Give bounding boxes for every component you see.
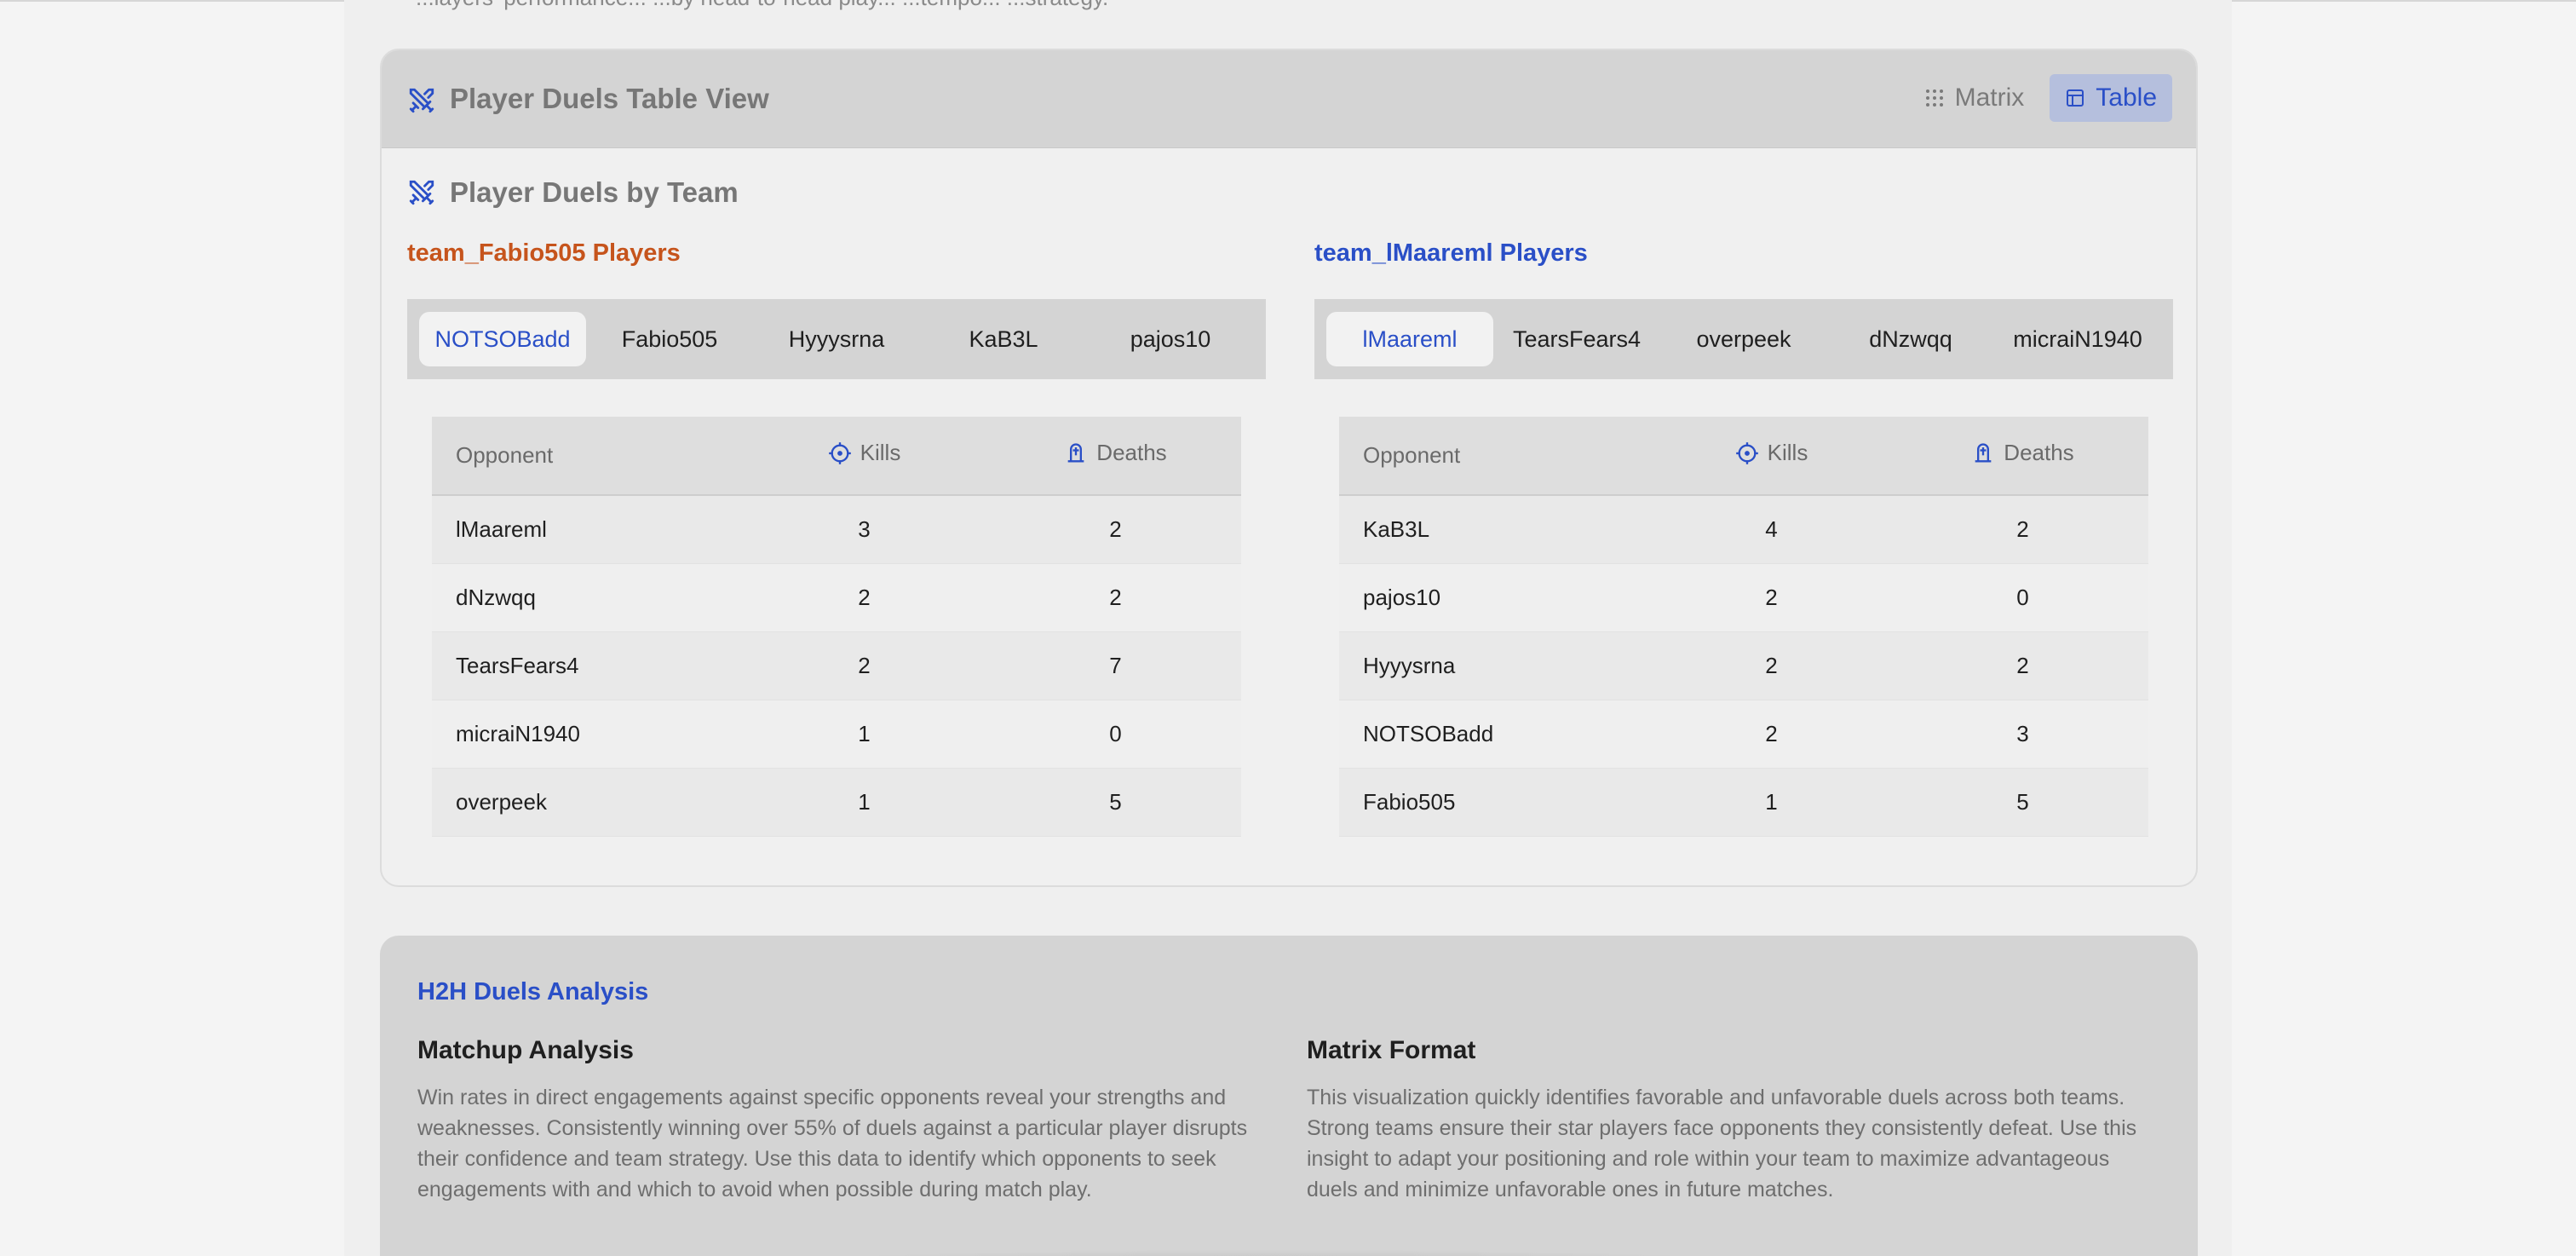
crosshair-icon	[828, 441, 851, 464]
player-tab[interactable]: Hyyysrna	[753, 312, 920, 366]
table-row: NOTSOBadd 2 3	[1339, 700, 2148, 769]
tombstone-icon	[1067, 443, 1084, 463]
team-panel-fabio505: team_Fabio505 Players NOTSOBadd Fabio505…	[407, 239, 1266, 837]
kills-cell: 4	[1646, 495, 1897, 564]
team-panel-lmaareml: team_lMaareml Players lMaareml TearsFear…	[1314, 239, 2173, 837]
deaths-header: Deaths	[990, 417, 1241, 496]
table-row: Hyyysrna 2 2	[1339, 631, 2148, 700]
deaths-header: Deaths	[1897, 417, 2148, 496]
deaths-cell: 5	[1897, 768, 2148, 837]
table-header-row: Opponent Kills Deaths	[432, 417, 1241, 496]
matrix-format-section: Matrix Format This visualization quickly…	[1307, 1036, 2159, 1205]
table-row: overpeek 1 5	[432, 768, 1241, 837]
duel-table: Opponent Kills Deaths	[432, 417, 1241, 837]
opponent-cell: overpeek	[432, 768, 739, 837]
team-label: team_Fabio505 Players	[407, 239, 681, 267]
kills-header-label: Kills	[1767, 440, 1808, 466]
table-icon	[2067, 89, 2084, 107]
kills-header-label: Kills	[860, 440, 901, 466]
kills-header: Kills	[1646, 417, 1897, 496]
player-tab[interactable]: TearsFears4	[1493, 312, 1660, 366]
kills-cell: 2	[739, 631, 990, 700]
section-heading: Player Duels by Team	[407, 176, 739, 209]
table-header-row: Opponent Kills Deaths	[1339, 417, 2148, 496]
opponent-cell: Hyyysrna	[1339, 631, 1646, 700]
view-toggle: Matrix Table	[1909, 74, 2172, 122]
matrix-view-label: Matrix	[1954, 84, 2025, 112]
table-view-label: Table	[2096, 84, 2157, 112]
table-row: dNzwqq 2 2	[432, 563, 1241, 632]
matchup-analysis-section: Matchup Analysis Win rates in direct eng…	[417, 1036, 1269, 1205]
opponent-cell: micraiN1940	[432, 700, 739, 769]
deaths-cell: 7	[990, 631, 1241, 700]
player-tab[interactable]: Fabio505	[586, 312, 753, 366]
opponent-header: Opponent	[1339, 417, 1646, 496]
grid-dots-icon	[1925, 89, 1943, 107]
analysis-title: H2H Duels Analysis	[417, 978, 649, 1005]
player-tab[interactable]: NOTSOBadd	[419, 312, 586, 366]
content-column: ...layers' performance... ...by head-to-…	[344, 0, 2232, 1256]
table-row: lMaareml 3 2	[432, 495, 1241, 564]
opponent-cell: TearsFears4	[432, 631, 739, 700]
opponent-cell: pajos10	[1339, 563, 1646, 632]
player-tab[interactable]: KaB3L	[920, 312, 1087, 366]
deaths-cell: 3	[1897, 700, 2148, 769]
kills-cell: 1	[739, 768, 990, 837]
card-header: Player Duels Table View Matrix Table	[382, 50, 2196, 148]
table-row: micraiN1940 1 0	[432, 700, 1241, 769]
player-tabs: NOTSOBadd Fabio505 Hyyysrna KaB3L pajos1…	[407, 299, 1266, 379]
kills-cell: 2	[1646, 700, 1897, 769]
player-tab[interactable]: dNzwqq	[1827, 312, 1994, 366]
matchup-analysis-text: Win rates in direct engagements against …	[417, 1086, 1248, 1201]
deaths-cell: 2	[1897, 495, 2148, 564]
cutoff-description: ...layers' performance... ...by head-to-…	[416, 0, 1108, 11]
table-row: pajos10 2 0	[1339, 563, 2148, 632]
duel-table: Opponent Kills Deaths	[1339, 417, 2148, 837]
kills-cell: 1	[1646, 768, 1897, 837]
kills-cell: 2	[739, 563, 990, 632]
opponent-cell: lMaareml	[432, 495, 739, 564]
player-tab[interactable]: pajos10	[1087, 312, 1254, 366]
card-title: Player Duels Table View	[450, 83, 769, 114]
deaths-cell: 0	[1897, 563, 2148, 632]
opponent-cell: dNzwqq	[432, 563, 739, 632]
deaths-header-label: Deaths	[2004, 440, 2074, 466]
table-row: KaB3L 4 2	[1339, 495, 2148, 564]
player-tab[interactable]: lMaareml	[1326, 312, 1493, 366]
table-view-button[interactable]: Table	[2050, 74, 2172, 122]
kills-cell: 2	[1646, 563, 1897, 632]
player-tab[interactable]: micraiN1940	[1994, 312, 2161, 366]
opponent-header: Opponent	[432, 417, 739, 496]
deaths-cell: 5	[990, 768, 1241, 837]
deaths-cell: 2	[1897, 631, 2148, 700]
tombstone-icon	[1975, 443, 1992, 463]
matchup-analysis-heading: Matchup Analysis	[417, 1036, 634, 1064]
crossed-swords-icon	[409, 180, 434, 205]
kills-cell: 1	[739, 700, 990, 769]
opponent-cell: KaB3L	[1339, 495, 1646, 564]
player-tab[interactable]: overpeek	[1660, 312, 1827, 366]
table-row: TearsFears4 2 7	[432, 631, 1241, 700]
deaths-header-label: Deaths	[1096, 440, 1167, 466]
deaths-cell: 2	[990, 495, 1241, 564]
kills-header: Kills	[739, 417, 990, 496]
matrix-view-button[interactable]: Matrix	[1909, 74, 2040, 122]
section-title: Player Duels by Team	[450, 176, 739, 208]
crossed-swords-icon	[409, 88, 434, 113]
opponent-cell: Fabio505	[1339, 768, 1646, 837]
matrix-format-text: This visualization quickly identifies fa…	[1307, 1086, 2137, 1201]
matrix-format-heading: Matrix Format	[1307, 1036, 1476, 1064]
opponent-cell: NOTSOBadd	[1339, 700, 1646, 769]
player-duels-card: Player Duels Table View Matrix Table Pla…	[380, 49, 2198, 887]
table-row: Fabio505 1 5	[1339, 768, 2148, 837]
deaths-cell: 0	[990, 700, 1241, 769]
deaths-cell: 2	[990, 563, 1241, 632]
kills-cell: 2	[1646, 631, 1897, 700]
bottom-shadow	[550, 1249, 1998, 1256]
kills-cell: 3	[739, 495, 990, 564]
h2h-analysis-panel: H2H Duels Analysis Matchup Analysis Win …	[380, 936, 2198, 1256]
team-label: team_lMaareml Players	[1314, 239, 1588, 267]
player-tabs: lMaareml TearsFears4 overpeek dNzwqq mic…	[1314, 299, 2173, 379]
crosshair-icon	[1735, 441, 1758, 464]
